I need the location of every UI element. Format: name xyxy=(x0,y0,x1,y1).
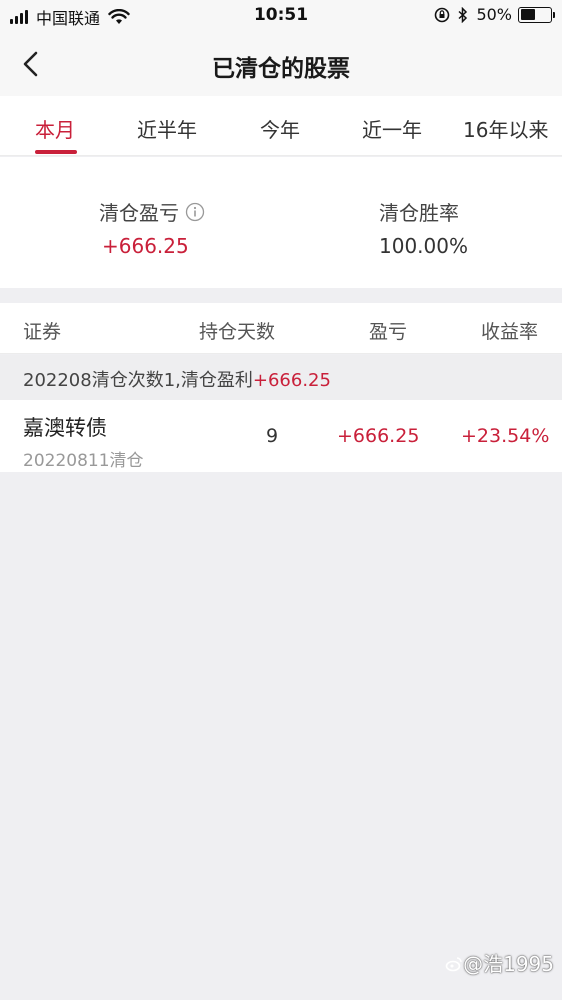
battery-fill xyxy=(520,9,535,20)
tab-this-year[interactable]: 今年 xyxy=(260,114,300,143)
month-group-profit: +666.25 xyxy=(252,370,331,391)
pnl-label-group: 清仓盈亏 xyxy=(99,197,205,226)
bluetooth-icon xyxy=(458,6,468,23)
column-header-security: 证券 xyxy=(23,321,62,343)
tab-half-year[interactable]: 近半年 xyxy=(137,114,197,143)
page-title: 已清仓的股票 xyxy=(212,56,350,82)
summary-panel: 清仓盈亏 +666.25 清仓胜率 100.00% xyxy=(0,157,562,288)
orientation-lock-icon xyxy=(435,7,450,22)
status-right: 50% xyxy=(434,5,555,24)
active-tab-indicator xyxy=(35,150,77,154)
table-row[interactable]: 嘉澳转债 20220811清仓 9 +666.25 +23.54% xyxy=(0,400,562,472)
tab-this-month[interactable]: 本月 xyxy=(35,114,75,143)
row-return: +23.54% xyxy=(461,425,550,447)
column-header-holding-days: 持仓天数 xyxy=(199,321,276,343)
holding-days: 9 xyxy=(266,425,279,447)
navigation-bar: 已清仓的股票 xyxy=(0,32,562,96)
clearance-date: 20220811清仓 xyxy=(23,451,144,471)
column-header-pnl: 盈亏 xyxy=(369,321,408,343)
status-bar: 中国联通 10:51 50% xyxy=(0,0,562,32)
column-header-return: 收益率 xyxy=(481,321,539,343)
security-name: 嘉澳转债 xyxy=(23,416,107,440)
info-icon[interactable] xyxy=(185,202,205,222)
tab-since-2016[interactable]: 16年以来 xyxy=(463,114,548,143)
win-rate-value: 100.00% xyxy=(379,234,468,258)
row-pnl: +666.25 xyxy=(337,425,420,447)
period-tabs: 本月 近半年 今年 近一年 16年以来 xyxy=(0,96,562,156)
watermark: @浩1995 xyxy=(445,948,554,977)
month-group-summary: 202208清仓次数1,清仓盈利 xyxy=(23,370,253,391)
battery-percent: 50% xyxy=(476,5,512,24)
pnl-value: +666.25 xyxy=(102,234,189,258)
battery-icon xyxy=(518,6,555,23)
month-group-header: 202208清仓次数1,清仓盈利+666.25 xyxy=(0,355,562,400)
pnl-label: 清仓盈亏 xyxy=(99,201,179,225)
win-rate-label: 清仓胜率 xyxy=(379,201,459,225)
watermark-text: @浩1995 xyxy=(463,952,554,976)
tab-last-year[interactable]: 近一年 xyxy=(362,114,422,143)
weibo-logo-icon xyxy=(445,957,462,972)
table-header: 证券 持仓天数 盈亏 收益率 xyxy=(0,303,562,354)
